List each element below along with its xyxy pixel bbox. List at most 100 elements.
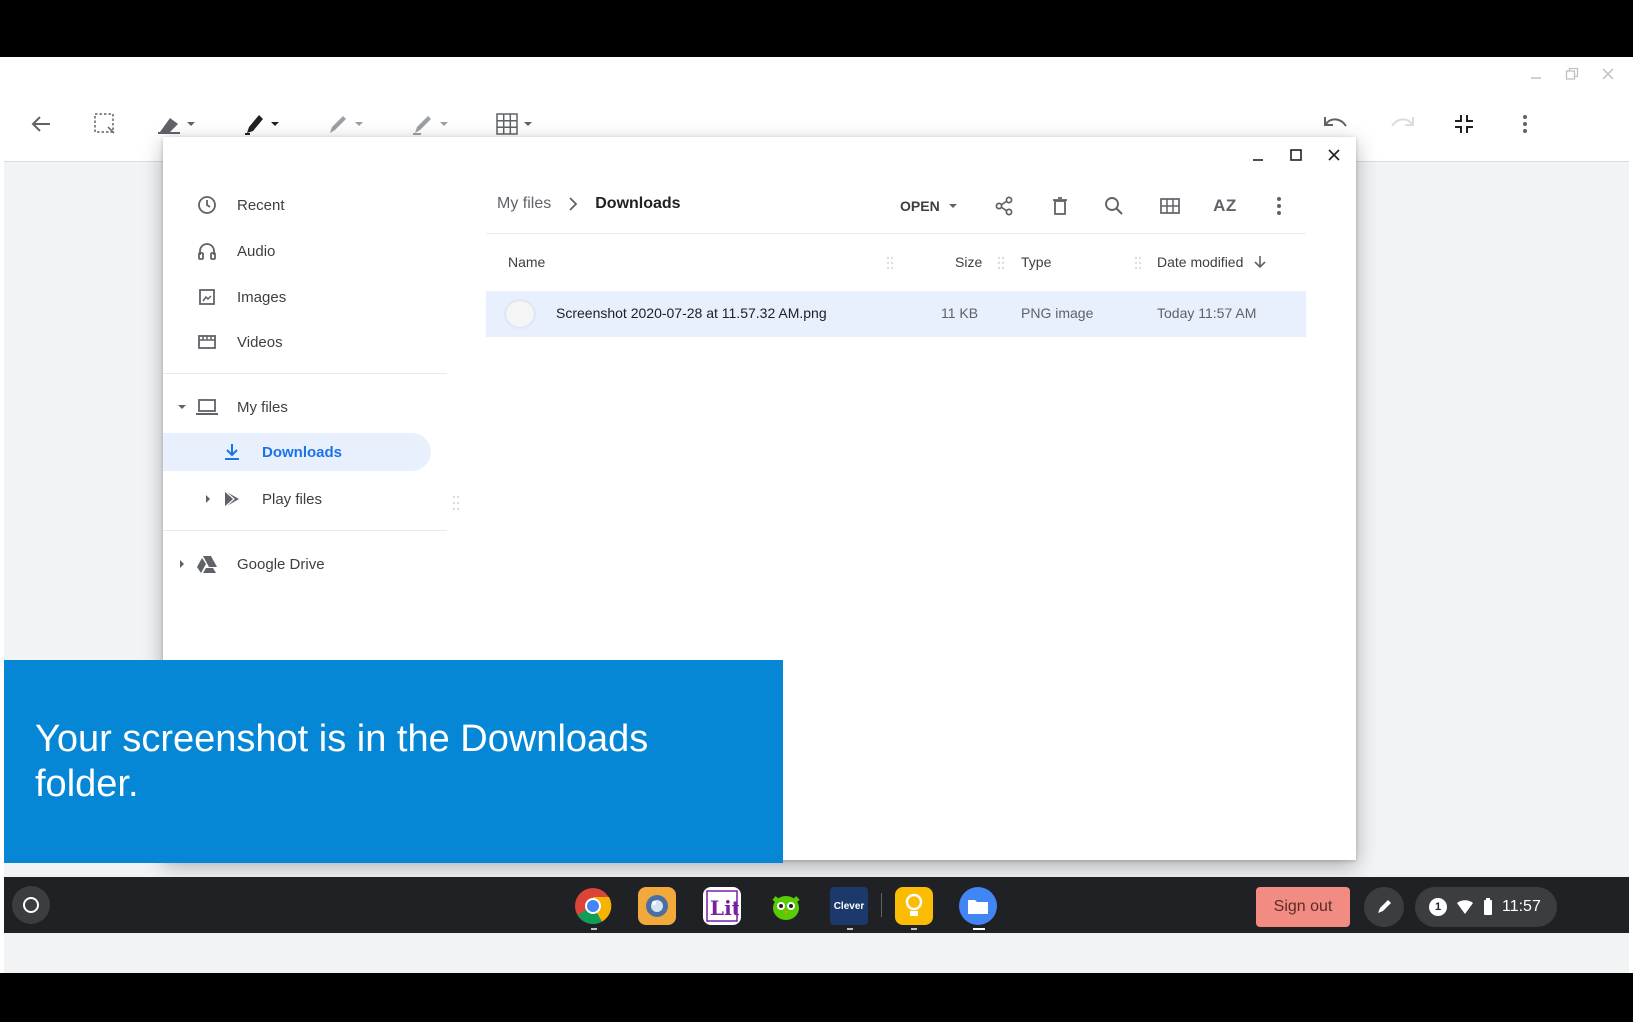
close-icon[interactable] [1599,65,1617,83]
nav-my-files[interactable]: My files [163,388,443,426]
file-name: Screenshot 2020-07-28 at 11.57.32 AM.png [556,305,827,321]
nav-images[interactable]: Images [163,278,443,316]
fullscreen-exit-icon [1455,115,1473,133]
delete-button[interactable] [1046,192,1074,220]
breadcrumb-my-files[interactable]: My files [497,195,551,213]
running-indicator [911,928,917,930]
image-icon [195,285,219,309]
open-label: OPEN [900,198,940,214]
eraser-icon [158,118,180,134]
chevron-down-icon [440,122,448,126]
nav-play-files-label: Play files [262,490,323,508]
exit-fullscreen-button[interactable] [1454,109,1474,139]
nav-downloads-label: Downloads [262,443,343,461]
column-resize-handle[interactable] [886,256,894,270]
nav-recent[interactable]: Recent [163,186,443,224]
nav-google-drive[interactable]: Google Drive [163,545,443,583]
grid-tool-button[interactable] [495,109,533,139]
column-date-modified-label: Date modified [1157,254,1244,270]
expand-arrow-icon[interactable] [177,559,187,569]
back-button[interactable] [30,109,52,139]
share-icon [995,196,1013,216]
clever-app-icon[interactable]: Clever [830,887,868,925]
highlighter-tool-button[interactable] [411,109,449,139]
shelf: Lit Clever Sign out 1 11:57 [4,877,1629,933]
more-vert-icon [1523,115,1527,133]
select-tool-button[interactable] [93,109,117,139]
notification-count: 1 [1429,898,1447,916]
nav-divider [163,373,447,374]
stylus-icon [1378,900,1391,913]
arrow-back-icon [31,116,50,132]
nav-play-files[interactable]: Play files [163,480,443,518]
marker-tool-button[interactable] [242,109,280,139]
breadcrumb-downloads[interactable]: Downloads [595,195,680,213]
minimize-icon[interactable] [1248,145,1268,165]
file-list-header: Name Size Type Date modified [486,233,1306,291]
column-name[interactable]: Name [508,254,545,270]
minimize-icon[interactable] [1527,65,1545,83]
grid-icon [496,113,518,135]
file-date: Today 11:57 AM [1157,305,1257,321]
battery-icon [1484,898,1492,915]
column-type[interactable]: Type [1021,254,1051,270]
nav-recent-label: Recent [237,196,285,214]
sign-out-button[interactable]: Sign out [1256,887,1350,927]
chevron-down-icon [948,204,957,208]
status-tray[interactable]: 1 11:57 [1415,887,1557,927]
nav-audio[interactable]: Audio [163,232,443,270]
launcher-button[interactable] [12,886,50,924]
pen-tool-button[interactable] [326,109,364,139]
nav-images-label: Images [237,288,287,306]
search-button[interactable] [1100,192,1128,220]
column-date-modified[interactable]: Date modified [1157,254,1267,270]
eraser-tool-button[interactable] [156,109,196,139]
files-more-button[interactable] [1265,192,1293,220]
keep-app-icon[interactable] [895,887,933,925]
marker-icon [245,115,263,135]
duolingo-app-icon[interactable] [767,887,805,925]
share-button[interactable] [990,192,1018,220]
stylus-tools-button[interactable] [1364,887,1404,927]
column-resize-handle[interactable] [997,256,1005,270]
open-button[interactable]: OPEN [900,192,958,220]
nav-videos[interactable]: Videos [163,323,443,361]
column-size[interactable]: Size [955,254,982,270]
lit-app-icon[interactable]: Lit [703,887,741,925]
files-app-icon[interactable] [959,887,997,925]
sort-az-icon: AZ [1213,196,1237,215]
undo-button[interactable] [1322,109,1350,139]
more-options-button[interactable] [1522,109,1528,139]
film-icon [195,330,219,354]
chevron-down-icon [187,122,195,126]
maximize-icon[interactable] [1286,145,1306,165]
restore-icon[interactable] [1563,65,1581,83]
file-size: 11 KB [941,305,979,321]
nav-divider [163,530,447,531]
active-indicator [973,928,985,930]
chevron-down-icon [271,122,279,126]
pen-icon [330,116,346,133]
download-icon [220,440,244,464]
files-window-controls [1248,145,1344,165]
search-icon [1105,197,1123,215]
trash-icon [1053,197,1067,215]
nav-downloads[interactable]: Downloads [163,433,431,471]
column-resize-handle[interactable] [1134,256,1142,270]
clever-label: Clever [833,900,865,912]
play-store-icon [220,487,244,511]
chrome-app-icon[interactable] [574,887,612,925]
file-row[interactable]: Screenshot 2020-07-28 at 11.57.32 AM.png… [486,291,1306,337]
sort-button[interactable]: AZ [1211,192,1239,220]
wifi-icon [1457,900,1473,914]
app-window-controls [1527,65,1617,83]
sidebar-splitter[interactable] [452,494,460,512]
expand-arrow-icon[interactable] [203,494,213,504]
letterbox-top [0,0,1633,57]
redo-button[interactable] [1388,109,1416,139]
close-icon[interactable] [1324,145,1344,165]
chevron-down-icon [355,122,363,126]
grid-view-button[interactable] [1156,192,1184,220]
camera-app-icon[interactable] [638,887,676,925]
expand-arrow-icon[interactable] [177,402,187,412]
